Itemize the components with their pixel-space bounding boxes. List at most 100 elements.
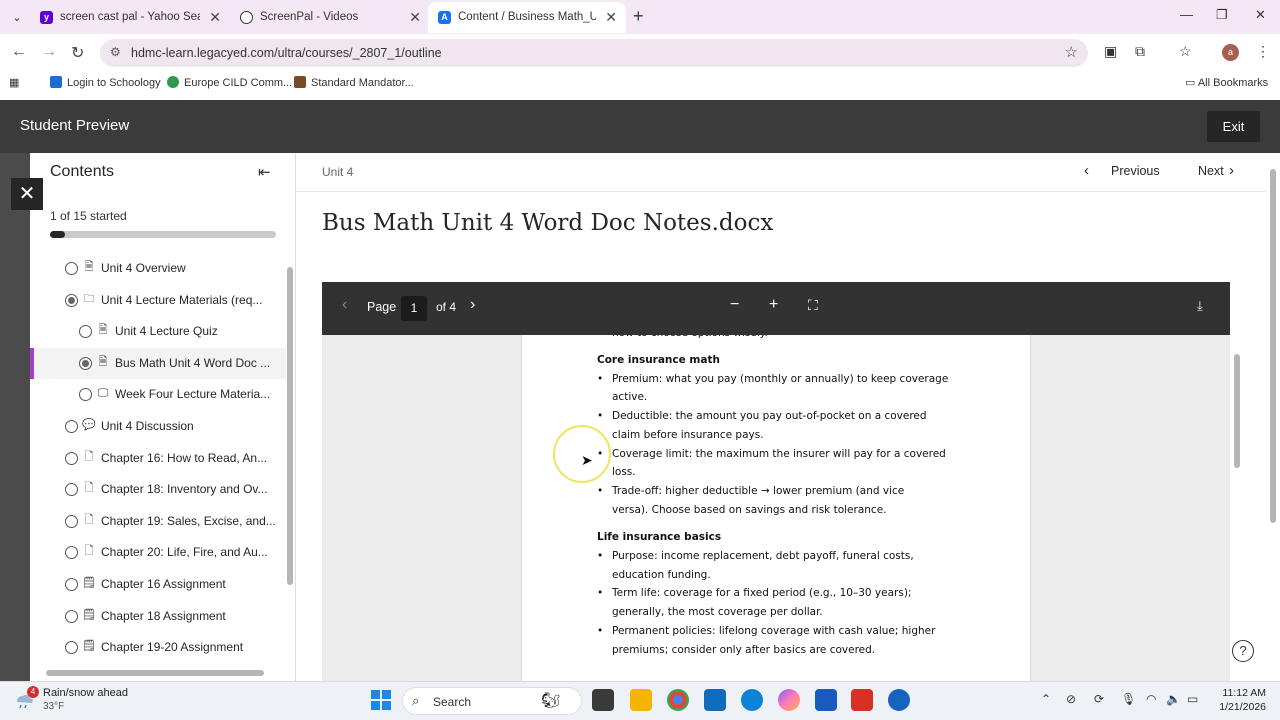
apps-grid-icon[interactable]: ▦ (9, 76, 19, 89)
close-panel-button[interactable]: ✕ (11, 178, 43, 210)
page-scrollbar[interactable] (1266, 153, 1280, 681)
doc-bullet-text: Coverage limit: the maximum the insurer … (612, 447, 946, 460)
next-button[interactable]: Next (1198, 164, 1224, 178)
viewer-scrollbar[interactable] (1230, 282, 1244, 681)
taskbar-clock[interactable]: 11:12 AM 1/21/2026 (1212, 686, 1266, 714)
content-list-item[interactable]: 🗋 Chapter 18: Inventory and Ov... (30, 474, 286, 505)
chrome-icon[interactable] (667, 689, 689, 711)
browser-tab-screenpal[interactable]: ScreenPal - Videos ✕ (230, 2, 430, 33)
scroll-thumb[interactable] (1270, 169, 1276, 523)
content-list-item[interactable]: 🖵 Week Four Lecture Materia... (30, 379, 286, 410)
screenpal-app-icon[interactable] (888, 689, 910, 711)
profile-avatar[interactable]: a (1222, 44, 1239, 61)
content-list-item[interactable]: 🗀 Unit 4 Lecture Materials (req... (30, 285, 286, 316)
scroll-thumb[interactable] (1234, 354, 1240, 468)
browser-tab-yahoo[interactable]: y screen cast pal - Yahoo Search R ✕ (30, 2, 230, 33)
sidebar-vertical-scrollbar[interactable] (287, 257, 293, 677)
forward-arrow-icon[interactable]: → (41, 43, 57, 61)
discussion-icon: 💬 (82, 419, 96, 431)
window-close-icon[interactable]: ✕ (1255, 7, 1266, 23)
microphone-icon[interactable]: 🎙 (1121, 692, 1136, 706)
download-icon[interactable]: ⤓ (1197, 298, 1203, 314)
page-number-input[interactable]: 1 (401, 296, 427, 321)
new-tab-plus-icon[interactable]: + (633, 6, 644, 27)
content-list-item[interactable]: 🗋 Chapter 16: How to Read, An... (30, 443, 286, 474)
prev-page-chevron-icon[interactable]: ‹ (342, 296, 347, 314)
close-tab-icon[interactable]: ✕ (409, 2, 421, 32)
bookmark-standard-mandator[interactable]: Standard Mandator... (294, 76, 414, 89)
content-item-label: Chapter 16 Assignment (101, 577, 226, 591)
close-tab-icon[interactable]: ✕ (209, 2, 221, 32)
tab-search-chevron-icon[interactable]: ⌄ (6, 7, 28, 29)
offline-sync-icon[interactable]: ⊘ (1066, 692, 1076, 706)
file-explorer-icon[interactable] (630, 689, 652, 711)
word-icon[interactable] (815, 689, 837, 711)
windows-start-icon[interactable] (371, 690, 391, 710)
progress-empty-icon (65, 546, 78, 560)
battery-icon[interactable]: ▭ (1187, 692, 1198, 706)
sidebar-horizontal-scrollbar[interactable] (34, 668, 284, 676)
zoom-in-icon[interactable]: + (769, 296, 778, 314)
restore-icon[interactable]: ❐ (1216, 7, 1228, 23)
progress-partial-icon (79, 356, 92, 370)
content-list-item[interactable]: 🗒 Chapter 16 Assignment (30, 569, 286, 600)
task-view-icon[interactable] (592, 689, 614, 711)
wifi-icon[interactable]: ◠ (1146, 692, 1156, 706)
content-list-item[interactable]: 🗋 Chapter 19: Sales, Excise, and... (30, 506, 286, 537)
file-icon: 🗋 (84, 513, 94, 526)
previous-button[interactable]: Previous (1111, 164, 1160, 178)
doc-bullet-text: Permanent policies: lifelong coverage wi… (612, 624, 936, 637)
progress-partial-icon (65, 293, 78, 307)
edge-icon[interactable] (741, 689, 763, 711)
volume-icon[interactable]: 🔈 (1166, 692, 1181, 706)
weather-badge: 4 (27, 686, 39, 698)
next-chevron-icon[interactable]: › (1229, 162, 1234, 179)
onedrive-sync-icon[interactable]: ⟳ (1094, 692, 1104, 706)
minimize-icon[interactable]: — (1180, 7, 1193, 22)
bookmarks-panel-icon[interactable]: ☆ (1179, 43, 1192, 60)
show-hidden-icons-chevron-icon[interactable]: ⌃ (1041, 692, 1051, 706)
progress-empty-icon (65, 514, 78, 528)
doc-bullet-text: Premium: what you pay (monthly or annual… (612, 372, 949, 385)
fullscreen-icon[interactable]: ⛶ (808, 297, 818, 314)
zoom-out-icon[interactable]: − (730, 296, 739, 314)
reload-icon[interactable]: ↻ (71, 43, 84, 63)
copilot-icon[interactable] (778, 689, 800, 711)
progress-empty-icon (79, 388, 92, 402)
doc-text-fragment: how to choose options wisely. (612, 335, 768, 339)
content-list-item[interactable]: 🗎 Unit 4 Overview (30, 253, 286, 284)
breadcrumb[interactable]: Unit 4 (322, 165, 353, 179)
exit-preview-button[interactable]: Exit (1207, 111, 1260, 142)
close-tab-icon[interactable]: ✕ (605, 2, 617, 32)
browser-tab-content[interactable]: A Content / Business Math_UTAA ✕ (428, 2, 626, 33)
previous-chevron-icon[interactable]: ‹ (1084, 162, 1089, 179)
taskbar-search[interactable]: ⌕ Search 🐿 (402, 687, 582, 715)
bookmark-star-icon[interactable]: ☆ (1065, 43, 1078, 61)
store-icon[interactable] (704, 689, 726, 711)
site-info-icon[interactable]: ⚙ (110, 45, 121, 59)
divider (296, 191, 1266, 192)
content-list-item[interactable]: 🗋 Chapter 20: Life, Fire, and Au... (30, 537, 286, 568)
browser-menu-icon[interactable]: ⋮ (1256, 43, 1270, 60)
all-bookmarks-label: All Bookmarks (1197, 77, 1269, 89)
doc-section-heading: Life insurance basics (597, 531, 722, 544)
content-list-item[interactable]: 🗒 Chapter 18 Assignment (30, 601, 286, 632)
cast-extension-icon[interactable]: ▣ (1104, 43, 1117, 60)
scroll-thumb[interactable] (46, 670, 264, 676)
bookmark-europe-cild[interactable]: Europe CILD Comm... (167, 76, 292, 89)
next-page-chevron-icon[interactable]: › (470, 296, 475, 314)
bookmark-schoology[interactable]: Login to Schoology (50, 76, 161, 89)
all-bookmarks-folder[interactable]: ▭ All Bookmarks (1185, 76, 1268, 89)
progress-empty-icon (65, 641, 78, 655)
help-icon[interactable]: ? (1232, 640, 1254, 662)
collapse-sidebar-icon[interactable]: ⇤ (258, 163, 271, 181)
puzzle-extensions-icon[interactable]: ⧉ (1135, 43, 1145, 60)
content-list-item[interactable]: 💬 Unit 4 Discussion (30, 411, 286, 442)
back-arrow-icon[interactable]: ← (11, 43, 27, 61)
scroll-thumb[interactable] (287, 267, 293, 585)
content-list-item[interactable]: 🗎 Unit 4 Lecture Quiz (30, 316, 286, 347)
acrobat-icon[interactable] (851, 689, 873, 711)
content-list-item[interactable]: 🗎 Bus Math Unit 4 Word Doc ... (30, 347, 286, 379)
url-omnibox[interactable]: ⚙ hdmc-learn.legacyed.com/ultra/courses/… (100, 39, 1088, 67)
content-list-item[interactable]: 🗒 Chapter 19-20 Assignment (30, 632, 286, 663)
